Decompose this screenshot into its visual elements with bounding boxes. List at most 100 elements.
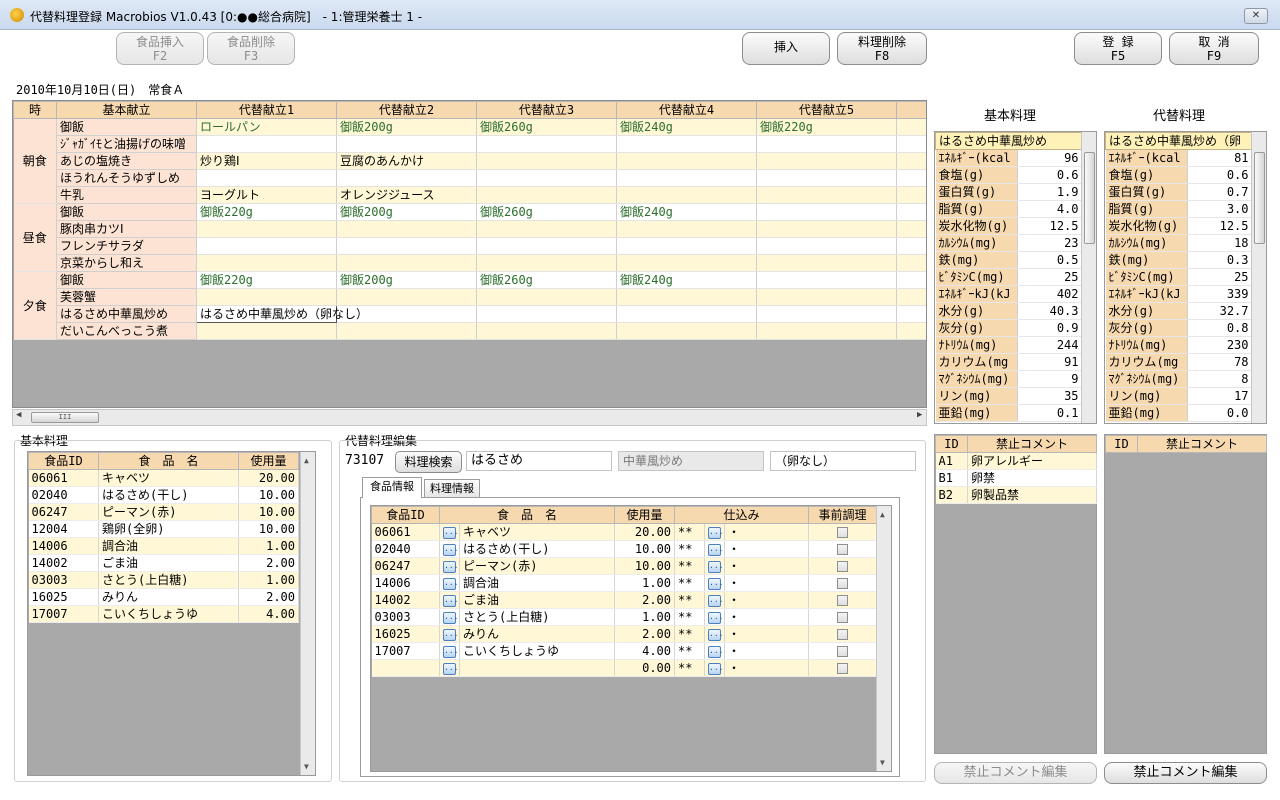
- ellipsis-icon[interactable]: ...: [443, 628, 458, 641]
- alt-menu-cell[interactable]: [196, 169, 337, 187]
- alt-menu-cell[interactable]: 炒り鶏Ⅰ: [196, 152, 337, 170]
- prep-value[interactable]: ・: [724, 659, 810, 677]
- close-button[interactable]: ✕: [1244, 8, 1268, 24]
- food-lookup-cell[interactable]: ...: [439, 625, 460, 643]
- pre-cook-checkbox[interactable]: [837, 595, 849, 606]
- base-prohibited-grid[interactable]: ID 禁止コメント A1 卵アレルギー B1 卵禁 B2 卵製品禁: [934, 434, 1097, 754]
- prep-lookup-cell[interactable]: ...: [704, 625, 726, 643]
- food-id[interactable]: 02040: [371, 540, 440, 558]
- food-amount[interactable]: 4.00: [614, 642, 676, 660]
- table-row[interactable]: 03003... さとう(上白糖) 1.00 **... ・: [371, 608, 878, 626]
- table-row[interactable]: 06061... キャベツ 20.00 **... ・: [371, 523, 878, 541]
- menu-row[interactable]: だいこんべっこう煮: [14, 322, 926, 340]
- alt-menu-cell[interactable]: 御飯200g: [336, 118, 477, 136]
- alt-menu-cell[interactable]: [616, 254, 757, 272]
- alt-menu-cell[interactable]: [476, 254, 617, 272]
- food-lookup-cell[interactable]: ...: [439, 608, 460, 626]
- dish-search-button[interactable]: 料理検索: [395, 451, 462, 473]
- dish-name-field-1[interactable]: はるさめ: [466, 451, 612, 471]
- pre-cook-checkbox[interactable]: [837, 578, 849, 589]
- alt-menu-cell[interactable]: [336, 220, 477, 238]
- alt-menu-cell[interactable]: [616, 237, 757, 255]
- prep-lookup-cell[interactable]: ...: [704, 642, 726, 660]
- alt-menu-cell[interactable]: 御飯200g: [336, 203, 477, 221]
- alt-menu-cell[interactable]: 御飯260g: [476, 271, 617, 289]
- food-lookup-cell[interactable]: ...: [439, 659, 460, 677]
- base-menu-cell[interactable]: 御飯: [56, 271, 197, 289]
- menu-row[interactable]: はるさめ中華風炒め はるさめ中華風炒め（卵なし）: [14, 305, 926, 323]
- scroll-thumb[interactable]: III: [31, 412, 99, 423]
- prep-value[interactable]: ・: [724, 574, 810, 592]
- scroll-left-icon[interactable]: ◀: [16, 410, 21, 420]
- pre-cook-checkbox[interactable]: [837, 527, 849, 538]
- menu-row[interactable]: 豚肉串カツⅠ: [14, 220, 926, 238]
- tab-food-info[interactable]: 食品情報: [362, 477, 422, 498]
- menu-row[interactable]: 牛乳 ヨーグルト オレンジジュース: [14, 186, 926, 204]
- pre-cook-checkbox[interactable]: [837, 612, 849, 623]
- ellipsis-icon[interactable]: ...: [708, 560, 723, 573]
- pre-cook-cell[interactable]: [808, 625, 878, 643]
- food-name[interactable]: みりん: [459, 625, 616, 643]
- alt-menu-cell[interactable]: [616, 169, 757, 187]
- base-menu-cell[interactable]: だいこんべっこう煮: [56, 322, 197, 340]
- pre-cook-cell[interactable]: [808, 557, 878, 575]
- table-row[interactable]: 02040... はるさめ(干し) 10.00 **... ・: [371, 540, 878, 558]
- food-amount[interactable]: 20.00: [614, 523, 676, 541]
- alt-menu-cell[interactable]: [336, 169, 477, 187]
- alt-menu-cell[interactable]: [616, 186, 757, 204]
- scroll-thumb[interactable]: [1254, 152, 1265, 244]
- table-row[interactable]: 16025 みりん 2.00: [28, 588, 299, 606]
- food-name[interactable]: さとう(上白糖): [459, 608, 616, 626]
- menu-grid-hscrollbar[interactable]: ◀ III ▶: [12, 409, 927, 426]
- ellipsis-icon[interactable]: ...: [708, 628, 723, 641]
- alt-menu-cell[interactable]: 御飯240g: [616, 271, 757, 289]
- pre-cook-checkbox[interactable]: [837, 561, 849, 572]
- prep-value[interactable]: ・: [724, 608, 810, 626]
- alt-menu-cell[interactable]: [476, 220, 617, 238]
- table-row[interactable]: ... 0.00 **... ・: [371, 659, 878, 677]
- alt-menu-cell[interactable]: [756, 254, 897, 272]
- base-menu-cell[interactable]: 豚肉串カツⅠ: [56, 220, 197, 238]
- delete-food-button[interactable]: 食品削除 F3: [207, 32, 295, 65]
- menu-row[interactable]: フレンチサラダ: [14, 237, 926, 255]
- tab-dish-info[interactable]: 料理情報: [424, 479, 480, 498]
- prep-lookup-cell[interactable]: ...: [704, 574, 726, 592]
- alt-menu-cell[interactable]: [476, 186, 617, 204]
- base-menu-cell[interactable]: 牛乳: [56, 186, 197, 204]
- alt-food-vscrollbar[interactable]: ▲ ▼: [876, 506, 891, 771]
- base-menu-cell[interactable]: ｼﾞｬｶﾞｲﾓと油揚げの味噌: [56, 135, 197, 153]
- pre-cook-cell[interactable]: [808, 540, 878, 558]
- food-amount[interactable]: 2.00: [614, 591, 676, 609]
- menu-row[interactable]: 京菜からし和え: [14, 254, 926, 272]
- table-row[interactable]: 14006 調合油 1.00: [28, 537, 299, 555]
- scroll-down-icon[interactable]: ▼: [880, 758, 885, 767]
- alt-nutrition-grid[interactable]: はるさめ中華風炒め（卵 ｴﾈﾙｷﾞｰ(kcal 81 食塩(g) 0.6 蛋白質(g) 0.…: [1104, 131, 1267, 424]
- alt-menu-cell[interactable]: [756, 305, 897, 323]
- prep-value[interactable]: ・: [724, 523, 810, 541]
- prep-value[interactable]: ・: [724, 591, 810, 609]
- alt-menu-cell[interactable]: [756, 288, 897, 306]
- table-row[interactable]: 02040 はるさめ(干し) 10.00: [28, 486, 299, 504]
- food-id[interactable]: 06061: [371, 523, 440, 541]
- alt-menu-cell[interactable]: [616, 322, 757, 340]
- alt-menu-cell[interactable]: [616, 152, 757, 170]
- alt-menu-cell[interactable]: 御飯260g: [476, 203, 617, 221]
- food-amount[interactable]: 1.00: [614, 608, 676, 626]
- alt-menu-cell[interactable]: [336, 322, 477, 340]
- alt-nutrition-vscrollbar[interactable]: [1251, 132, 1266, 423]
- base-menu-cell[interactable]: 御飯: [56, 118, 197, 136]
- table-row[interactable]: 06061 キャベツ 20.00: [28, 469, 299, 487]
- food-lookup-cell[interactable]: ...: [439, 591, 460, 609]
- food-id[interactable]: 14006: [371, 574, 440, 592]
- ellipsis-icon[interactable]: ...: [443, 560, 458, 573]
- alt-menu-cell[interactable]: 御飯220g: [196, 203, 337, 221]
- alt-menu-cell[interactable]: [756, 271, 897, 289]
- alt-menu-cell[interactable]: [756, 220, 897, 238]
- scroll-down-icon[interactable]: ▼: [304, 762, 309, 771]
- table-row[interactable]: 12004 鶏卵(全卵) 10.00: [28, 520, 299, 538]
- ellipsis-icon[interactable]: ...: [443, 577, 458, 590]
- base-menu-cell[interactable]: 京菜からし和え: [56, 254, 197, 272]
- menu-row[interactable]: 昼食 御飯 御飯220g 御飯200g 御飯260g 御飯240g: [13, 203, 926, 272]
- menu-grid[interactable]: 時基本献立 代替献立1 代替献立2 代替献立3 代替献立4 代替献立5 朝食 御飯 ロールパン…: [12, 100, 927, 408]
- alt-menu-cell[interactable]: [196, 288, 337, 306]
